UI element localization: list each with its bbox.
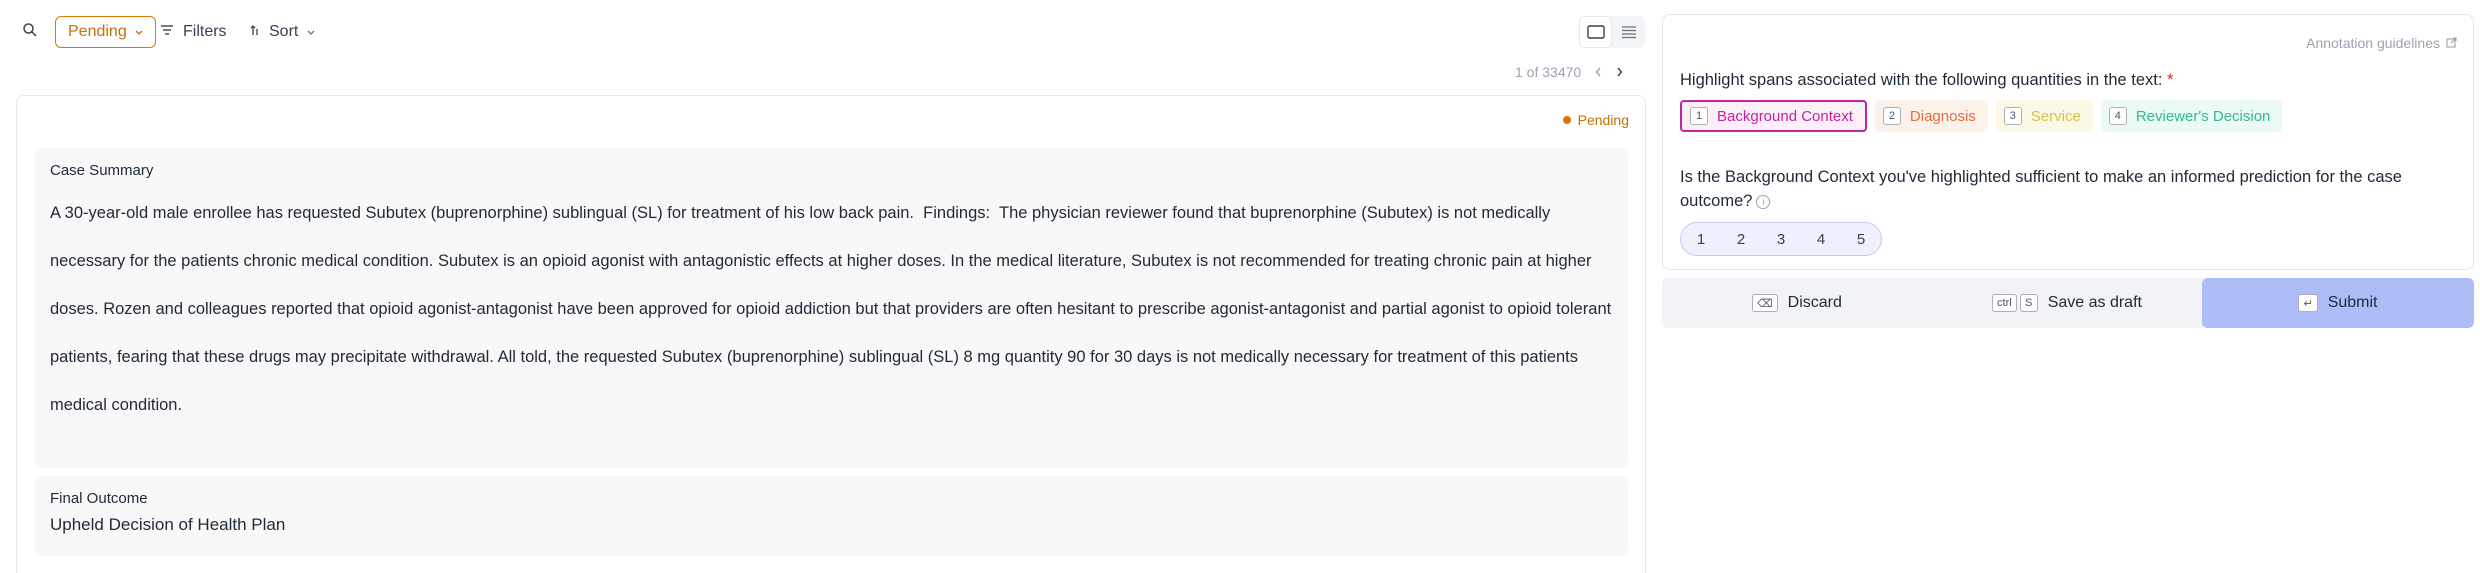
filters-button[interactable]: Filters [160, 16, 227, 48]
status-badge: Pending [1562, 112, 1629, 128]
final-outcome-text: Upheld Decision of Health Plan [50, 515, 286, 534]
chevron-right-icon[interactable] [1616, 64, 1623, 80]
status-filter-dropdown[interactable]: Pending [55, 16, 156, 48]
discard-button[interactable]: ⌫ Discard [1662, 278, 1932, 328]
label-chip-text: Diagnosis [1909, 107, 1976, 125]
question-highlight-text: Highlight spans associated with the foll… [1680, 71, 2163, 89]
chevron-down-icon [307, 23, 315, 41]
label-chip-service[interactable]: 3 Service [1995, 100, 2093, 132]
external-link-icon [2446, 35, 2457, 51]
backspace-key: ⌫ [1752, 294, 1778, 312]
rating-scale: 1 2 3 4 5 [1680, 222, 1882, 256]
enter-key: ↵ [2298, 294, 2318, 312]
final-outcome-label: Final Outcome [50, 490, 148, 507]
status-filter-label: Pending [68, 23, 127, 40]
case-summary-card: Case Summary A 30-year-old male enrollee… [34, 148, 1628, 468]
view-toggle [1579, 16, 1645, 48]
sort-label: Sort [269, 23, 299, 40]
save-draft-button[interactable]: ctrl S Save as draft [1932, 278, 2202, 328]
rating-option-5[interactable]: 5 [1844, 225, 1878, 253]
record-panel: Pending Case Summary A 30-year-old male … [16, 95, 1646, 573]
label-chip-text: Reviewer's Decision [2135, 107, 2271, 125]
required-mark: * [2167, 71, 2174, 89]
case-summary-label: Case Summary [50, 162, 154, 179]
rating-option-3[interactable]: 3 [1764, 225, 1798, 253]
question-sufficiency-text: Is the Background Context you've highlig… [1680, 168, 2402, 210]
chevron-down-icon [135, 23, 143, 41]
rating-option-4[interactable]: 4 [1804, 225, 1838, 253]
save-draft-shortcut: ctrl S [1992, 294, 2038, 312]
question-highlight: Highlight spans associated with the foll… [1680, 71, 2173, 90]
chevron-left-icon[interactable] [1595, 64, 1602, 80]
label-chip-text: Service [2030, 107, 2081, 125]
label-chip-text: Background Context [1717, 107, 1853, 125]
guidelines-label: Annotation guidelines [2306, 35, 2440, 51]
ctrl-key: ctrl [1992, 294, 2017, 312]
single-view-icon[interactable] [1579, 16, 1612, 48]
status-text: Pending [1577, 112, 1629, 128]
filter-icon [160, 23, 174, 41]
action-bar: ⌫ Discard ctrl S Save as draft ↵ Submit [1662, 278, 2474, 328]
rating-option-1[interactable]: 1 [1684, 225, 1718, 253]
pager-text: 1 of 33470 [1515, 64, 1582, 80]
rating-option-2[interactable]: 2 [1724, 225, 1758, 253]
shortcut-key: 1 [1690, 107, 1708, 125]
filters-label: Filters [183, 23, 227, 40]
question-sufficiency: Is the Background Context you've highlig… [1680, 165, 2470, 213]
annotation-guidelines-link[interactable]: Annotation guidelines [2306, 35, 2457, 51]
shortcut-key: 3 [2003, 107, 2022, 125]
shortcut-key: 4 [2108, 107, 2127, 125]
info-icon[interactable]: i [1756, 194, 1771, 209]
final-outcome-card: Final Outcome Upheld Decision of Health … [34, 476, 1628, 556]
case-summary-text[interactable]: A 30-year-old male enrollee has requeste… [50, 189, 1612, 429]
toolbar: Pending Filters Sort 1 of 33470 [0, 0, 1660, 80]
save-draft-label: Save as draft [2047, 294, 2142, 311]
s-key: S [2019, 294, 2038, 312]
pager: 1 of 33470 [1515, 60, 1623, 84]
label-chip-group: 1 Background Context 2 Diagnosis 3 Servi… [1680, 100, 2283, 132]
label-chip-reviewers-decision[interactable]: 4 Reviewer's Decision [2100, 100, 2283, 132]
submit-label: Submit [2327, 294, 2378, 311]
submit-button[interactable]: ↵ Submit [2202, 278, 2474, 328]
status-dot [1562, 116, 1571, 124]
sort-icon [250, 23, 260, 41]
label-chip-background-context[interactable]: 1 Background Context [1680, 100, 1867, 132]
shortcut-key: 2 [1882, 107, 1901, 125]
discard-label: Discard [1787, 294, 1842, 311]
sort-button[interactable]: Sort [250, 16, 315, 48]
label-chip-diagnosis[interactable]: 2 Diagnosis [1874, 100, 1988, 132]
list-view-icon[interactable] [1612, 16, 1645, 48]
annotation-panel: Annotation guidelines Highlight spans as… [1662, 14, 2474, 270]
search-icon[interactable] [22, 22, 42, 42]
